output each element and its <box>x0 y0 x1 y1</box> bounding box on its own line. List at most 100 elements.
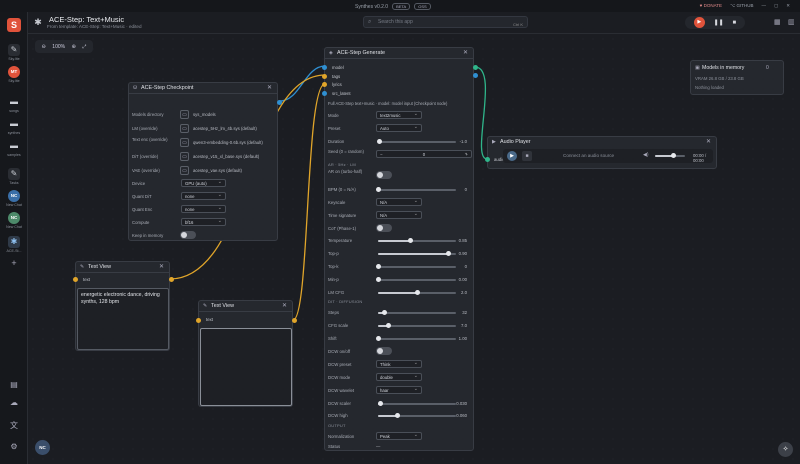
stop-button[interactable]: ■ <box>522 151 532 161</box>
assistant-fab[interactable]: ✧ <box>778 442 793 457</box>
minimize-button[interactable]: — <box>761 3 766 9</box>
preset-select[interactable]: Auto <box>376 124 422 132</box>
seed-decrement[interactable]: − <box>380 151 383 158</box>
bpm-slider[interactable] <box>375 187 456 192</box>
sidebar-item-tasks[interactable]: ✎ Tasks <box>0 168 28 185</box>
slider-knob[interactable] <box>414 290 420 295</box>
mode-select[interactable]: text2music <box>376 111 422 119</box>
sidebar-item-songs[interactable]: ▬ songs <box>0 96 28 113</box>
text-view-content[interactable] <box>200 328 292 406</box>
close-icon[interactable]: ✕ <box>267 83 272 94</box>
archive-icon[interactable]: ▤ <box>0 380 28 389</box>
slider-knob[interactable] <box>381 310 387 315</box>
settings-gear-icon[interactable]: ⚙ <box>0 442 28 451</box>
panels-icon[interactable]: ▥ <box>788 18 795 26</box>
pause-button[interactable]: ❚❚ <box>714 19 724 26</box>
text-view-content[interactable]: energetic electronic dance, driving synt… <box>77 288 169 350</box>
slider-knob[interactable] <box>386 323 392 328</box>
file-icon[interactable]: ▭ <box>180 152 189 161</box>
seed-increment[interactable]: + <box>465 151 468 158</box>
dcw-high-slider[interactable] <box>378 413 456 418</box>
normalization-select[interactable]: Peak <box>376 432 422 440</box>
slider-knob[interactable] <box>377 139 383 144</box>
slider-knob[interactable] <box>375 187 381 192</box>
checkpoint-node[interactable]: ⛁ ACE-Step Checkpoint ✕ Models directory… <box>128 82 282 241</box>
ar-toggle[interactable] <box>376 171 392 179</box>
file-icon[interactable]: ▭ <box>180 124 189 133</box>
translate-icon[interactable]: 文 <box>0 420 28 431</box>
file-icon[interactable]: ▭ <box>180 138 189 147</box>
slider-knob[interactable] <box>395 413 400 418</box>
model-output-port[interactable] <box>277 100 282 105</box>
shift-slider[interactable] <box>375 336 456 341</box>
maximize-button[interactable]: ▢ <box>774 3 778 9</box>
dcw-toggle[interactable] <box>376 347 392 355</box>
slider-knob[interactable] <box>408 238 414 243</box>
sidebar-item-skylite-2[interactable]: MT Sky.lite <box>0 66 28 83</box>
slider-knob[interactable] <box>375 336 381 341</box>
close-icon[interactable]: ✕ <box>706 137 711 148</box>
device-select[interactable]: GPU (auto) <box>181 179 226 187</box>
keyscale-select[interactable]: N/A <box>376 198 422 206</box>
play-button[interactable]: ▶ <box>507 151 517 161</box>
dcw-preset-select[interactable]: Think <box>376 360 422 368</box>
dcw-scaler-slider[interactable] <box>377 401 456 406</box>
fit-view-icon[interactable]: ⤢ <box>82 44 86 50</box>
github-link[interactable]: ⌥ GITHUB <box>730 3 753 9</box>
search-input[interactable]: ⌕ Search this app Ctrl K <box>363 16 528 28</box>
latent-output-port[interactable] <box>473 73 478 78</box>
seed-stepper[interactable]: − 0 + <box>376 150 472 158</box>
stop-button[interactable]: ■ <box>733 20 737 26</box>
donate-link[interactable]: ♥ DONATE <box>700 3 722 9</box>
volume-icon[interactable]: ◀) <box>643 152 649 158</box>
dcw-wavelet-select[interactable]: haar <box>376 386 422 394</box>
steps-slider[interactable] <box>378 310 456 315</box>
top-p-slider[interactable] <box>378 251 456 256</box>
text-view-node-1[interactable]: ✎ Text View ✕ text energetic electronic … <box>73 261 174 351</box>
sidebar-item-ace-step[interactable]: ✱ ACE-St... <box>0 236 28 253</box>
close-icon[interactable]: ✕ <box>282 301 287 312</box>
node-header[interactable]: ⛁ ACE-Step Checkpoint ✕ <box>129 83 277 94</box>
cot-toggle[interactable] <box>376 224 392 232</box>
keep-memory-toggle[interactable] <box>180 231 196 239</box>
audio-output-port[interactable] <box>473 65 478 70</box>
lyrics-input-port[interactable] <box>322 82 327 87</box>
folder-icon[interactable]: ▭ <box>180 110 189 119</box>
sidebar-item-new-chat-2[interactable]: NC New Chat <box>0 212 28 229</box>
zoom-out-icon[interactable]: ⊖ <box>42 44 46 50</box>
time-signature-select[interactable]: N/A <box>376 211 422 219</box>
compute-select[interactable]: bf16 <box>181 218 226 226</box>
text-output-port[interactable] <box>169 277 174 282</box>
audio-player-node[interactable]: ▶ Audio Player ✕ audio ▶ ■ Connect an au… <box>485 136 717 169</box>
min-p-slider[interactable] <box>375 277 456 282</box>
quant-enc-select[interactable]: none <box>181 205 226 213</box>
text-input-port[interactable] <box>196 318 201 323</box>
tags-input-port[interactable] <box>322 74 327 79</box>
model-input-port[interactable] <box>322 65 327 70</box>
quant-dit-select[interactable]: none <box>181 192 226 200</box>
generate-node[interactable]: ◈ ACE-Step Generate ✕ model tags lyrics … <box>322 47 478 451</box>
file-icon[interactable]: ▭ <box>180 166 189 175</box>
user-avatar[interactable]: NC <box>35 440 50 455</box>
add-workspace-button[interactable]: + <box>0 258 28 268</box>
audio-input-port[interactable] <box>485 157 490 162</box>
text-view-node-2[interactable]: ✎ Text View ✕ text <box>196 300 297 407</box>
sidebar-item-new-chat[interactable]: NC New Chat <box>0 190 28 207</box>
app-logo[interactable]: S <box>7 18 21 32</box>
node-header[interactable]: ✎ Text View ✕ <box>76 262 169 273</box>
cfg-scale-slider[interactable] <box>378 323 456 328</box>
temperature-slider[interactable] <box>378 238 456 243</box>
sidebar-item-synthes[interactable]: ▬ synthes <box>0 118 28 135</box>
slider-knob[interactable] <box>375 264 381 269</box>
text-output-port[interactable] <box>292 318 297 323</box>
slider-knob[interactable] <box>670 153 676 158</box>
play-button[interactable]: ▶ <box>693 17 705 28</box>
text-input-port[interactable] <box>73 277 78 282</box>
seed-value[interactable]: 0 <box>423 152 425 157</box>
close-icon[interactable]: ✕ <box>463 48 468 59</box>
dcw-mode-select[interactable]: double <box>376 373 422 381</box>
lm-cfg-slider[interactable] <box>378 290 456 295</box>
node-header[interactable]: ◈ ACE-Step Generate ✕ <box>325 48 473 59</box>
src-latent-input-port[interactable] <box>322 91 327 96</box>
slider-knob[interactable] <box>377 401 383 406</box>
